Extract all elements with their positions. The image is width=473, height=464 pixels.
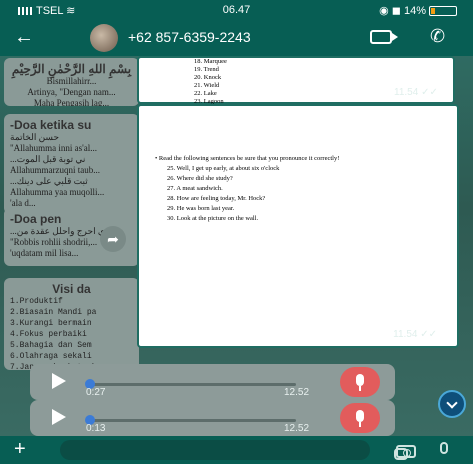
contact-phone-number[interactable]: +62 857-6359-2243 [128, 29, 251, 45]
document-line: 25. Well, I get up early, at about six o… [167, 165, 280, 172]
microphone-icon [340, 403, 380, 433]
message-heading: -Doa ketika su [10, 118, 92, 132]
document-line: 20. Knock [194, 74, 222, 81]
message-text: Bismillahirr... [46, 76, 97, 86]
document-line: 29. He was born last year. [167, 205, 235, 212]
message-input[interactable] [60, 440, 408, 460]
microphone-icon [340, 367, 380, 397]
document-line: 30. Look at the picture on the wall. [167, 215, 259, 222]
list-item: 6.Olahraga sekali [10, 352, 92, 361]
arabic-text: ...ثبت قلبي على دينك [10, 176, 88, 186]
voice-duration: 0:13 [86, 423, 106, 434]
document-line: 18. Marquee [194, 58, 227, 65]
list-item: 2.Biasain Mandi pa [10, 308, 97, 317]
message-timestamp: 11.54 ✓✓ [393, 329, 437, 340]
chat-area[interactable]: بِسْمِ اللهِ الرَّحْمٰنِ الرَّحِيْمِ Bis… [0, 56, 473, 436]
message-bubble[interactable]: بِسْمِ اللهِ الرَّحْمٰنِ الرَّحِيْمِ Bis… [4, 58, 139, 106]
message-timestamp: 12.52 [284, 387, 310, 398]
message-input-bar: + [0, 436, 473, 464]
list-item: 1.Produktif [10, 297, 63, 306]
message-text: "Allahumma inni as'al... [10, 143, 98, 153]
status-bar: TSEL ≋ 06.47 ◉ ◼ 14% [0, 0, 473, 20]
forward-icon[interactable]: ➦ [100, 226, 126, 252]
arabic-text: بِسْمِ اللهِ الرَّحْمٰنِ الرَّحِيْمِ [11, 62, 132, 76]
document-line: 19. Trend [194, 66, 219, 73]
document-line: 28. How are feeling today, Mr. Hock? [167, 195, 266, 202]
voice-progress-track[interactable] [85, 415, 296, 425]
message-bubble[interactable]: -Doa ketika su حسن الخاتمة "Allahumma in… [4, 114, 139, 214]
message-heading: Visi da [52, 282, 91, 296]
message-text: Allahummarzuqni taub... [10, 165, 100, 175]
microphone-icon[interactable] [440, 442, 448, 454]
voice-call-icon[interactable]: ✆ [430, 26, 445, 47]
message-text: Artinya, "Dengan nam... [27, 87, 116, 97]
message-timestamp: 11.54 ✓✓ [394, 87, 438, 98]
avatar[interactable] [90, 24, 118, 52]
message-text: Allahumma yaa muqolli... [10, 187, 105, 197]
scroll-down-icon[interactable] [438, 390, 466, 418]
chat-header: ← +62 857-6359-2243 ✆ [0, 20, 473, 56]
image-message[interactable]: • Read the following sentences be sure t… [137, 104, 459, 348]
voice-note[interactable]: 0:13 12.52 [30, 400, 395, 436]
voice-progress-track[interactable] [85, 379, 296, 389]
camera-icon[interactable] [396, 445, 416, 458]
plus-icon[interactable]: + [14, 438, 26, 461]
arabic-text: حسن الخاتمة [10, 132, 60, 142]
message-timestamp: 12.52 [284, 423, 310, 434]
arabic-text: ...ني توبة قبل الموت [10, 154, 86, 164]
play-icon[interactable] [52, 373, 66, 389]
message-bubble[interactable]: Visi da 1.Produktif 2.Biasain Mandi pa 3… [4, 278, 139, 370]
battery-indicator: ◉ ◼ 14% [379, 4, 457, 17]
document-instruction: • Read the following sentences be sure t… [155, 155, 340, 162]
play-icon[interactable] [52, 409, 66, 425]
voice-note[interactable]: 0:27 12.52 [30, 364, 395, 400]
document-line: 27. A meat sandwich. [167, 185, 223, 192]
voice-duration: 0:27 [86, 387, 106, 398]
message-heading: -Doa pen [10, 212, 62, 226]
list-item: 5.Bahagia dan Sem [10, 341, 92, 350]
list-item: 4.Fokus perbaiki [10, 330, 87, 339]
video-call-icon[interactable] [370, 30, 398, 44]
back-arrow-icon[interactable]: ← [14, 26, 34, 49]
message-text: Maha Pengasih lag... [33, 98, 110, 106]
document-line: 26. Where did she study? [167, 175, 233, 182]
list-item: 3.Kurangi bermain [10, 319, 92, 328]
battery-icon [429, 6, 457, 17]
